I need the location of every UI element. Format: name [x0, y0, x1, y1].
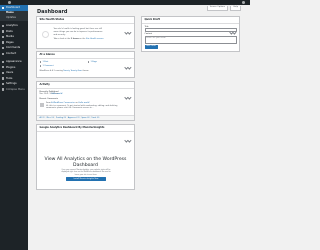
widget-header: At a Glance — [37, 52, 134, 70]
analytics-headline: View All Analytics on the WordPress Dash… — [44, 157, 127, 168]
dashboard-icon — [1, 6, 4, 9]
install-monsterinsights-button[interactable]: Install MonsterInsights Now — [66, 177, 106, 181]
widget-controls[interactable] — [124, 84, 132, 100]
wordpress-version-text: WordPress 6.4.1 running Twenty Twenty-Fo… — [39, 70, 90, 72]
widget-controls[interactable] — [124, 127, 132, 143]
widget-title: At a Glance — [39, 53, 55, 56]
site-health-text: Your site's health is looking good, but … — [53, 28, 104, 40]
at-a-glance-widget: At a Glance 1 Post 1 Page 1 Comment Word… — [36, 51, 135, 78]
wordpress-logo-icon[interactable] — [8, 1, 11, 4]
wrench-icon — [1, 77, 4, 80]
user-avatar[interactable] — [242, 1, 245, 4]
quick-draft-widget: Quick Draft Title Content What's on your… — [141, 16, 240, 52]
comment-excerpt: Hi, this is a comment. To get started wi… — [46, 104, 118, 110]
collapse-menu-button[interactable]: Collapse Menu — [0, 87, 28, 93]
page-icon — [1, 41, 4, 44]
pushpin-icon — [39, 61, 42, 64]
filter-spam[interactable]: Spam (0) — [81, 117, 89, 119]
collapse-icon — [1, 88, 4, 91]
widget-header: Google Analytics Dashboard By MonsterIns… — [37, 125, 134, 143]
plugin-icon — [1, 66, 4, 69]
help-button[interactable]: Help — [230, 6, 241, 11]
settings-icon — [1, 82, 4, 86]
draft-title-input[interactable] — [144, 28, 237, 32]
page-title: Dashboard — [37, 8, 68, 15]
site-health-link[interactable]: Site Health screen. — [86, 38, 104, 40]
filter-mine[interactable]: Mine (0) — [47, 117, 54, 119]
brush-icon — [1, 60, 4, 63]
widget-header: Quick Draft — [142, 17, 239, 35]
theme-link[interactable]: Twenty Twenty-Four — [63, 70, 82, 72]
post-link[interactable]: Hello world! — [52, 93, 63, 96]
health-status-circle — [41, 31, 49, 38]
comment-icon — [39, 65, 42, 68]
draft-content-textarea[interactable]: What's on your mind? — [144, 35, 237, 44]
comments-count-link[interactable]: 1 Comment — [43, 65, 54, 69]
admin-sidebar: Dashboard Home Updates Analytics Posts M… — [0, 5, 28, 250]
pages-count-link[interactable]: 1 Page — [91, 61, 97, 65]
posts-count-link[interactable]: 1 Post — [43, 61, 49, 65]
comment-author-link[interactable]: A WordPress Commenter — [51, 102, 75, 104]
site-health-widget: Site Health Status Your site's health is… — [36, 16, 135, 49]
submenu-updates[interactable]: Updates — [0, 16, 28, 21]
analytics-icon — [1, 24, 4, 27]
widget-title: Google Analytics Dashboard By MonsterIns… — [39, 126, 105, 129]
widget-title: Site Health Status — [39, 18, 65, 21]
admin-bar — [0, 0, 250, 5]
page-icon — [87, 61, 90, 64]
comment-icon — [1, 46, 4, 50]
comment-filter-links: All (1) | Mine (0) | Pending (0) | Appro… — [37, 114, 134, 120]
filter-pending[interactable]: Pending (0) — [56, 117, 66, 119]
list-item: Nov 20th, 10:42 am Hello world! — [39, 93, 63, 96]
activity-widget: Activity Recently Published Nov 20th, 10… — [36, 81, 135, 121]
widget-controls[interactable] — [124, 19, 132, 35]
screen-options-button[interactable]: Screen Options — [206, 6, 228, 11]
pushpin-icon — [1, 30, 4, 33]
widget-controls[interactable] — [229, 19, 237, 35]
chevron-down-icon[interactable] — [127, 30, 132, 35]
filter-approved[interactable]: Approved (1) — [68, 117, 80, 119]
mail-icon — [1, 52, 4, 55]
dashboard-submenu: Home Updates — [0, 10, 28, 21]
analytics-widget: Google Analytics Dashboard By MonsterIns… — [36, 124, 135, 190]
widget-title: Quick Draft — [144, 18, 160, 21]
avatar — [39, 102, 44, 108]
recent-comments-heading: Recent Comments — [39, 97, 58, 100]
list-item: From A WordPress Commenter on Hello worl… — [39, 102, 132, 111]
sidebar-item-contact[interactable]: Contact — [0, 51, 28, 57]
sidebar-item-dashboard[interactable]: Dashboard — [0, 5, 28, 11]
media-icon — [1, 35, 4, 39]
comment-post-link[interactable]: Hello world! — [78, 102, 89, 104]
widget-header: Activity — [37, 82, 134, 100]
widget-header: Site Health Status — [37, 17, 134, 35]
user-icon — [1, 71, 4, 75]
widget-title: Activity — [39, 83, 50, 86]
filter-trash[interactable]: Trash (0) — [91, 117, 99, 119]
widget-controls[interactable] — [124, 54, 132, 70]
save-draft-button[interactable]: Save Draft — [144, 45, 158, 49]
chevron-down-icon[interactable] — [127, 138, 132, 143]
